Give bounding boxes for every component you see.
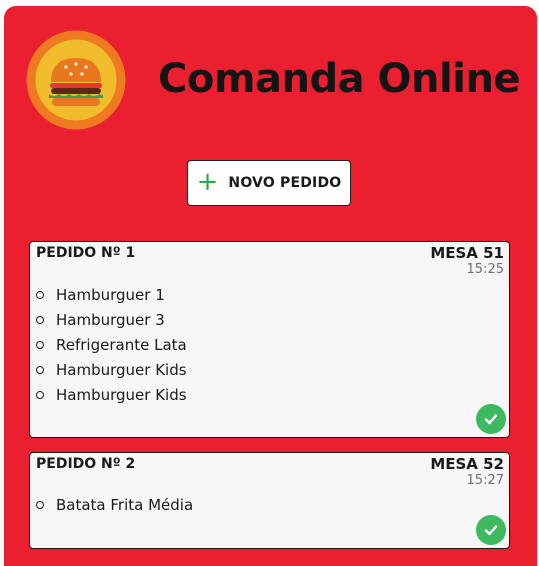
order-card: PEDIDO Nº 1 MESA 51 15:25 Hamburguer 1 H… [29, 241, 510, 438]
item-label: Hamburguer 1 [56, 286, 165, 304]
list-item: Hamburguer 1 [36, 285, 187, 310]
list-item: Hamburguer 3 [36, 310, 187, 335]
check-icon [484, 414, 498, 425]
item-label: Hamburguer 3 [56, 311, 165, 329]
item-label: Hamburguer Kids [56, 361, 187, 379]
bullet-icon [36, 501, 44, 509]
item-label: Hamburguer Kids [56, 386, 187, 404]
bullet-icon [36, 291, 44, 299]
check-icon [484, 525, 498, 536]
bullet-icon [36, 366, 44, 374]
order-number: PEDIDO Nº 1 [36, 245, 136, 261]
list-item: Hamburguer Kids [36, 385, 187, 410]
complete-order-button[interactable] [476, 404, 506, 434]
order-items-list: Batata Frita Média [36, 495, 193, 520]
bullet-icon [36, 316, 44, 324]
new-order-label: NOVO PEDIDO [228, 175, 342, 191]
hamburger-logo-icon [26, 30, 126, 130]
list-item: Refrigerante Lata [36, 335, 187, 360]
table-number: MESA 52 [430, 455, 504, 473]
item-label: Refrigerante Lata [56, 336, 187, 354]
bullet-icon [36, 341, 44, 349]
bullet-icon [36, 391, 44, 399]
app-container: Comanda Online + NOVO PEDIDO PEDIDO Nº 1… [4, 6, 537, 566]
item-label: Batata Frita Média [56, 496, 194, 514]
new-order-button[interactable]: + NOVO PEDIDO [187, 160, 351, 206]
list-item: Batata Frita Média [36, 495, 193, 520]
table-number: MESA 51 [430, 244, 504, 262]
order-time: 15:25 [466, 262, 504, 277]
order-time: 15:27 [466, 473, 504, 488]
complete-order-button[interactable] [476, 515, 506, 545]
order-items-list: Hamburguer 1 Hamburguer 3 Refrigerante L… [36, 285, 187, 410]
app-title: Comanda Online [158, 56, 521, 102]
order-card: PEDIDO Nº 2 MESA 52 15:27 Batata Frita M… [29, 452, 510, 549]
order-number: PEDIDO Nº 2 [36, 456, 136, 472]
list-item: Hamburguer Kids [36, 360, 187, 385]
plus-icon: + [196, 167, 219, 197]
